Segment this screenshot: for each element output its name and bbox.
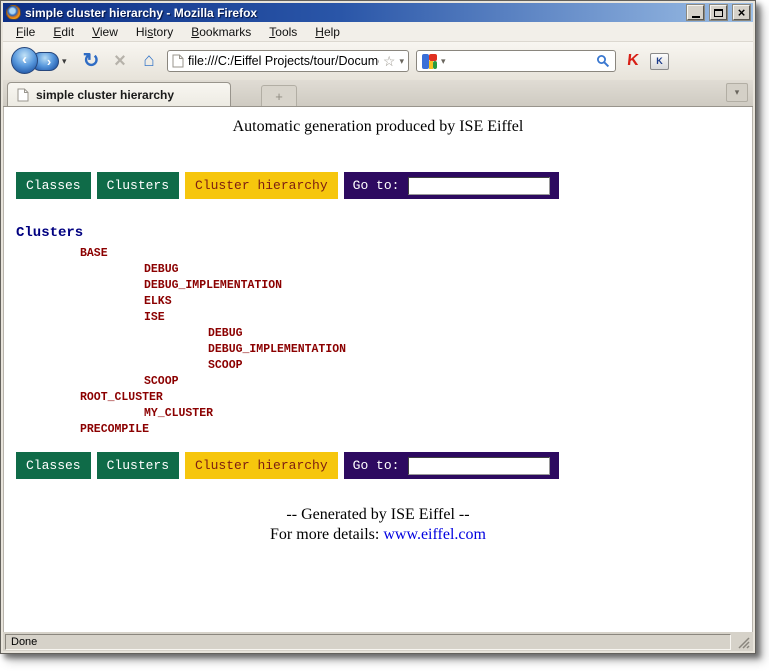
maximize-icon	[714, 9, 723, 17]
section-heading: Clusters	[16, 225, 752, 241]
tree-item-scoop[interactable]: SCOOP	[16, 358, 752, 374]
cluster-hierarchy-button[interactable]: Cluster hierarchy	[185, 172, 338, 199]
tab-strip: simple cluster hierarchy + ▾	[3, 80, 753, 107]
tree-item-debug_implementation[interactable]: DEBUG_IMPLEMENTATION	[16, 278, 752, 294]
tree-item-precompile[interactable]: PRECOMPILE	[16, 422, 752, 438]
resize-grip[interactable]	[733, 634, 751, 650]
status-text: Done	[5, 634, 731, 650]
titlebar[interactable]: simple cluster hierarchy - Mozilla Firef…	[3, 3, 753, 22]
status-bar: Done	[3, 632, 753, 651]
back-forward-group: › ‹ ▾	[11, 47, 73, 75]
nav-button-row-bottom: Classes Clusters Cluster hierarchy Go to…	[16, 452, 752, 479]
tree-item-scoop[interactable]: SCOOP	[16, 374, 752, 390]
firefox-icon	[6, 5, 21, 20]
search-bar[interactable]: ▾	[416, 50, 616, 72]
cluster-tree: BASEDEBUGDEBUG_IMPLEMENTATIONELKSISEDEBU…	[4, 246, 752, 438]
goto-panel: Go to:	[344, 452, 560, 479]
menu-tools[interactable]: Tools	[260, 23, 306, 41]
menu-view[interactable]: View	[83, 23, 127, 41]
home-button[interactable]: ⌂	[138, 51, 160, 71]
tree-item-debug_implementation[interactable]: DEBUG_IMPLEMENTATION	[16, 342, 752, 358]
tree-item-base[interactable]: BASE	[16, 246, 752, 262]
menu-history[interactable]: History	[127, 23, 182, 41]
tree-item-ise[interactable]: ISE	[16, 310, 752, 326]
tab-label: simple cluster hierarchy	[36, 88, 174, 102]
url-text[interactable]: file:///C:/Eiffel Projects/tour/Document…	[188, 54, 379, 68]
menu-edit[interactable]: Edit	[44, 23, 83, 41]
close-icon: ×	[738, 7, 746, 18]
resize-grip-icon	[737, 636, 750, 649]
browser-window: simple cluster hierarchy - Mozilla Firef…	[0, 0, 756, 654]
search-input[interactable]	[450, 54, 592, 68]
menu-bookmarks[interactable]: Bookmarks	[182, 23, 260, 41]
stop-button[interactable]: ×	[109, 51, 131, 71]
kaspersky-icon[interactable]: K	[622, 52, 644, 70]
history-dropdown-icon[interactable]: ▾	[62, 56, 67, 67]
page-footer: -- Generated by ISE Eiffel -- For more d…	[4, 505, 752, 545]
navigation-toolbar: › ‹ ▾ ↻ × ⌂ file:///C:/Eiffel Projects/t…	[3, 42, 753, 80]
reload-button[interactable]: ↻	[80, 51, 102, 71]
menubar: FileEditViewHistoryBookmarksToolsHelp	[3, 22, 753, 42]
k-key-button[interactable]: K	[650, 53, 669, 70]
tree-item-my_cluster[interactable]: MY_CLUSTER	[16, 406, 752, 422]
tree-item-debug[interactable]: DEBUG	[16, 326, 752, 342]
close-button[interactable]: ×	[733, 5, 750, 20]
clusters-button[interactable]: Clusters	[97, 172, 179, 199]
nav-button-row-top: Classes Clusters Cluster hierarchy Go to…	[16, 172, 752, 199]
maximize-button[interactable]	[710, 5, 727, 20]
search-engine-dropdown-icon[interactable]: ▾	[441, 56, 446, 67]
menu-file[interactable]: File	[7, 23, 44, 41]
google-logo-icon[interactable]	[422, 54, 437, 69]
menu-help[interactable]: Help	[306, 23, 349, 41]
url-bar[interactable]: file:///C:/Eiffel Projects/tour/Document…	[167, 50, 409, 72]
tab-page-icon	[17, 88, 29, 102]
tree-item-debug[interactable]: DEBUG	[16, 262, 752, 278]
clusters-button[interactable]: Clusters	[97, 452, 179, 479]
goto-input[interactable]	[408, 457, 550, 475]
back-button[interactable]: ‹	[11, 47, 38, 74]
goto-label: Go to:	[353, 178, 400, 193]
tree-item-elks[interactable]: ELKS	[16, 294, 752, 310]
page-title: Automatic generation produced by ISE Eif…	[4, 118, 752, 136]
tab-simple-cluster-hierarchy[interactable]: simple cluster hierarchy	[7, 82, 231, 106]
eiffel-link[interactable]: www.eiffel.com	[383, 526, 486, 543]
classes-button[interactable]: Classes	[16, 452, 91, 479]
window-title: simple cluster hierarchy - Mozilla Firef…	[25, 6, 681, 20]
search-magnifier-icon[interactable]	[596, 54, 610, 68]
bookmark-star-icon[interactable]: ☆	[383, 54, 396, 68]
footer-line2: For more details: www.eiffel.com	[4, 525, 752, 545]
footer-line1: -- Generated by ISE Eiffel --	[4, 505, 752, 525]
tree-item-root_cluster[interactable]: ROOT_CLUSTER	[16, 390, 752, 406]
goto-label: Go to:	[353, 458, 400, 473]
goto-input[interactable]	[408, 177, 550, 195]
list-all-tabs-button[interactable]: ▾	[726, 83, 748, 102]
minimize-icon	[692, 16, 700, 18]
footer-prefix: For more details:	[270, 526, 383, 543]
page-content: Automatic generation produced by ISE Eif…	[3, 107, 753, 632]
classes-button[interactable]: Classes	[16, 172, 91, 199]
url-dropdown-icon[interactable]: ▾	[399, 56, 404, 67]
minimize-button[interactable]	[687, 5, 704, 20]
goto-panel: Go to:	[344, 172, 560, 199]
page-icon	[172, 54, 184, 68]
new-tab-button[interactable]: +	[261, 85, 297, 106]
cluster-hierarchy-button[interactable]: Cluster hierarchy	[185, 452, 338, 479]
